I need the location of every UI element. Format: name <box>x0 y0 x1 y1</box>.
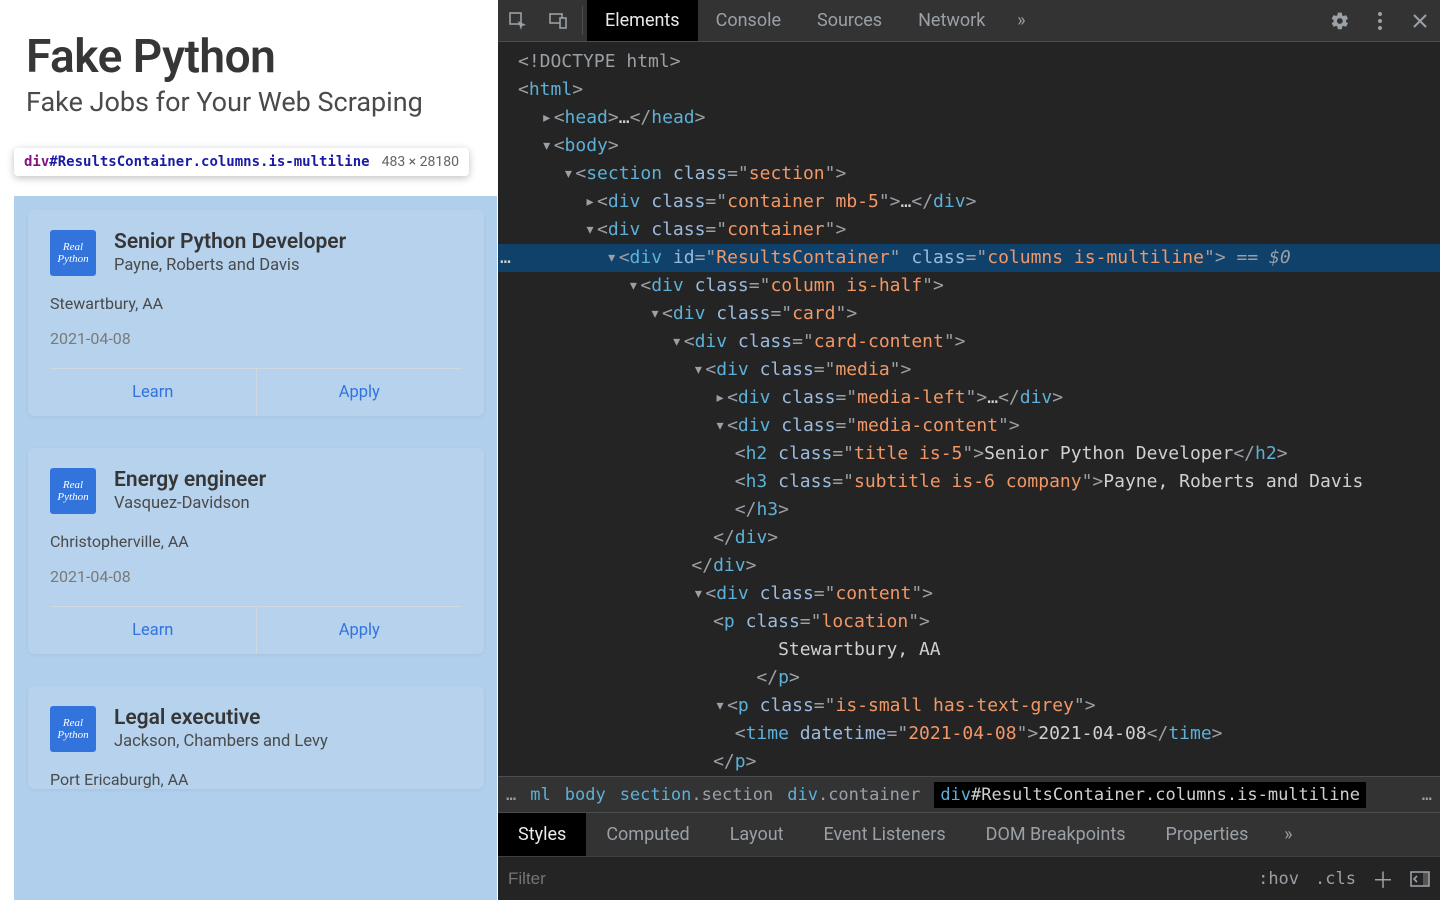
rendered-page: Fake Python Fake Jobs for Your Web Scrap… <box>0 0 498 900</box>
job-location: Christopherville, AA <box>50 532 462 551</box>
tab-styles[interactable]: Styles <box>498 813 586 856</box>
apply-link[interactable]: Apply <box>256 369 463 416</box>
selected-dom-node[interactable]: … ▾<div id="ResultsContainer" class="col… <box>498 244 1440 272</box>
tab-properties[interactable]: Properties <box>1146 813 1269 856</box>
tab-dom-breakpoints[interactable]: DOM Breakpoints <box>966 813 1146 856</box>
tooltip-dimensions: 483 × 28180 <box>382 154 459 170</box>
crumb-section[interactable]: section.section <box>620 785 774 805</box>
devtools-panel: Elements Console Sources Network » <!DOC… <box>498 0 1440 900</box>
breadcrumb[interactable]: … ml body section.section div.container … <box>498 776 1440 812</box>
job-date: 2021-04-08 <box>50 567 462 586</box>
settings-icon[interactable] <box>1320 0 1360 41</box>
job-location: Stewartbury, AA <box>50 294 462 313</box>
learn-link[interactable]: Learn <box>50 607 256 654</box>
tab-elements[interactable]: Elements <box>587 0 698 41</box>
hov-button[interactable]: :hov <box>1258 869 1299 889</box>
job-title: Legal executive <box>114 706 328 730</box>
cls-button[interactable]: .cls <box>1315 869 1356 889</box>
job-company: Payne, Roberts and Davis <box>114 256 346 275</box>
tab-layout[interactable]: Layout <box>710 813 804 856</box>
toggle-styles-sidebar-icon[interactable] <box>1410 871 1430 887</box>
styles-tabbar: Styles Computed Layout Event Listeners D… <box>498 812 1440 856</box>
inspect-icon[interactable] <box>498 0 538 41</box>
learn-link[interactable]: Learn <box>50 369 256 416</box>
crumb-container[interactable]: div.container <box>787 785 920 805</box>
tab-console[interactable]: Console <box>698 0 799 41</box>
job-location: Port Ericaburgh, AA <box>50 770 462 789</box>
elements-tree[interactable]: <!DOCTYPE html> <html> ▸<head>…</head> ▾… <box>498 42 1440 776</box>
tab-sources[interactable]: Sources <box>799 0 900 41</box>
page-subtitle: Fake Jobs for Your Web Scraping <box>26 86 472 118</box>
job-title: Energy engineer <box>114 468 266 492</box>
crumb-results[interactable]: div#ResultsContainer.columns.is-multilin… <box>934 782 1366 808</box>
styles-filter-bar: :hov .cls ＋ <box>498 856 1440 900</box>
job-company: Vasquez-Davidson <box>114 494 266 513</box>
job-card: Real Python Energy engineer Vasquez-Davi… <box>28 448 484 654</box>
devtools-tabbar: Elements Console Sources Network » <box>498 0 1440 42</box>
inspect-tooltip: div#ResultsContainer.columns.is-multilin… <box>14 148 469 176</box>
tab-network[interactable]: Network <box>900 0 1003 41</box>
filter-input[interactable] <box>508 869 1242 889</box>
crumbs-overflow-right[interactable]: … <box>1422 785 1432 805</box>
job-company: Jackson, Chambers and Levy <box>114 732 328 751</box>
new-style-rule-icon[interactable]: ＋ <box>1372 863 1394 895</box>
job-logo: Real Python <box>50 230 96 276</box>
job-card: Real Python Senior Python Developer Payn… <box>28 210 484 416</box>
job-cards: Real Python Senior Python Developer Payn… <box>28 210 484 805</box>
tabs-overflow-icon[interactable]: » <box>1003 0 1039 41</box>
job-title: Senior Python Developer <box>114 230 346 254</box>
crumb-body[interactable]: body <box>565 785 606 805</box>
device-toggle-icon[interactable] <box>538 0 578 41</box>
page-title: Fake Python <box>26 30 472 84</box>
close-icon[interactable] <box>1400 0 1440 41</box>
job-date: 2021-04-08 <box>50 329 462 348</box>
kebab-menu-icon[interactable] <box>1360 0 1400 41</box>
tab-computed[interactable]: Computed <box>586 813 709 856</box>
apply-link[interactable]: Apply <box>256 607 463 654</box>
job-card: Real Python Legal executive Jackson, Cha… <box>28 686 484 789</box>
styles-overflow-icon[interactable]: » <box>1268 813 1308 856</box>
tab-event-listeners[interactable]: Event Listeners <box>804 813 966 856</box>
job-logo: Real Python <box>50 706 96 752</box>
crumb-html[interactable]: ml <box>530 785 550 805</box>
job-logo: Real Python <box>50 468 96 514</box>
crumbs-overflow-left[interactable]: … <box>506 785 516 805</box>
